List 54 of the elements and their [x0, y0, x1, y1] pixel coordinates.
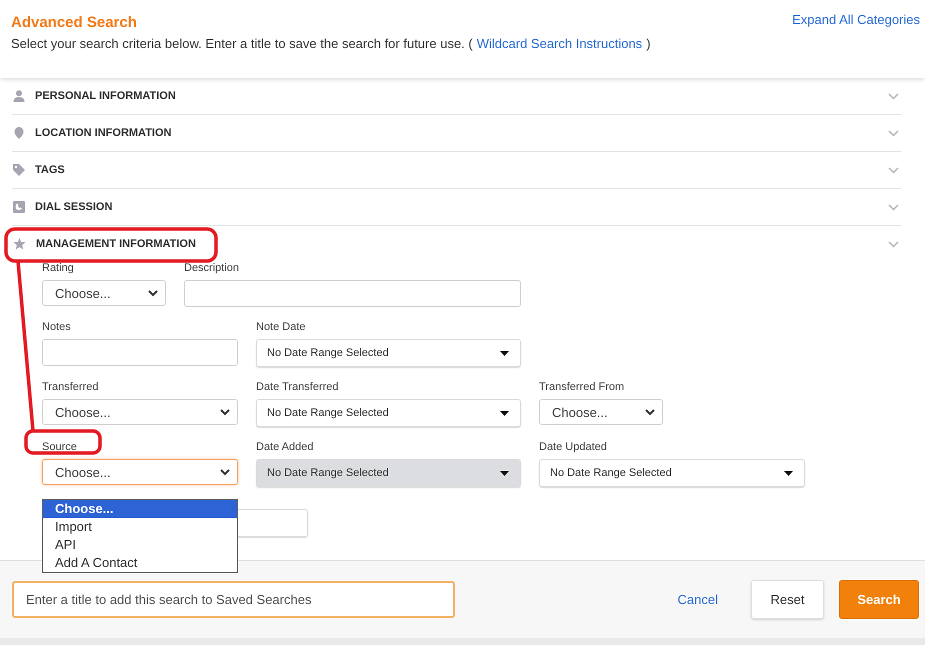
field-label: Date Added [256, 441, 314, 453]
field-label: Source [42, 441, 78, 453]
instructions-text: Select your search criteria below. Enter a title to save the search for future use. ( [11, 36, 473, 51]
caret-down-icon [500, 470, 509, 476]
category-header[interactable]: TAGS [12, 152, 901, 188]
field-label: Transferred [42, 381, 100, 393]
phone-icon [13, 201, 25, 213]
chevron-down-icon [888, 240, 899, 248]
caret-down-icon [500, 410, 509, 416]
tag-icon [13, 164, 25, 176]
field-label: Description [184, 262, 240, 274]
category-header[interactable]: DIAL SESSION [12, 189, 901, 225]
select-field[interactable]: Choose... [42, 280, 166, 306]
caret-down-icon [784, 470, 793, 476]
dropdown-option[interactable]: Choose... [43, 500, 237, 518]
text-input[interactable] [184, 280, 521, 307]
star-icon [13, 238, 26, 250]
chevron-down-icon [888, 204, 899, 210]
field-label: Date Transferred [256, 381, 340, 393]
caret-down-icon [500, 350, 509, 356]
select-field[interactable]: Choose... [539, 399, 663, 425]
reset-button[interactable]: Reset [751, 580, 824, 619]
wildcard-instructions-link[interactable]: Wildcard Search Instructions [476, 36, 642, 51]
field-label: Date Updated [539, 441, 608, 453]
field-label: Note Date [256, 321, 307, 333]
field-label: Notes [42, 321, 72, 333]
cancel-link[interactable]: Cancel [678, 592, 718, 607]
date-range-dropdown[interactable]: No Date Range Selected [539, 459, 805, 487]
dropdown-option[interactable]: Add A Contact [43, 554, 237, 572]
chevron-down-icon [148, 290, 158, 296]
field-label: Transferred From [539, 381, 626, 393]
expand-all-link[interactable]: Expand All Categories [792, 12, 920, 27]
dropdown-option[interactable]: Import [43, 518, 237, 536]
category-header[interactable]: MANAGEMENT INFORMATION [12, 226, 901, 262]
closing-parenthesis: ) [646, 36, 651, 51]
page-title: Advanced Search [11, 14, 137, 31]
date-range-dropdown[interactable]: No Date Range Selected [256, 339, 521, 367]
chevron-down-icon [888, 130, 899, 136]
chevron-down-icon [220, 468, 230, 476]
chevron-down-icon [220, 408, 230, 416]
dropdown-option[interactable]: API [43, 536, 237, 554]
chevron-down-icon [645, 408, 655, 416]
chevron-down-icon [888, 92, 899, 100]
search-title-input[interactable]: Enter a title to add this search to Saved Searches [12, 581, 455, 618]
category-header[interactable]: LOCATION INFORMATION [12, 115, 901, 151]
field-label: Rating [42, 262, 75, 274]
select-field[interactable]: Choose... [42, 459, 238, 485]
date-range-dropdown[interactable]: No Date Range Selected [256, 399, 521, 427]
chevron-down-icon [888, 166, 899, 174]
pin-icon [13, 127, 25, 139]
text-input[interactable] [42, 339, 238, 366]
select-field[interactable]: Choose... [42, 399, 238, 425]
person-icon [13, 90, 25, 102]
category-header[interactable]: PERSONAL INFORMATION [12, 78, 901, 114]
